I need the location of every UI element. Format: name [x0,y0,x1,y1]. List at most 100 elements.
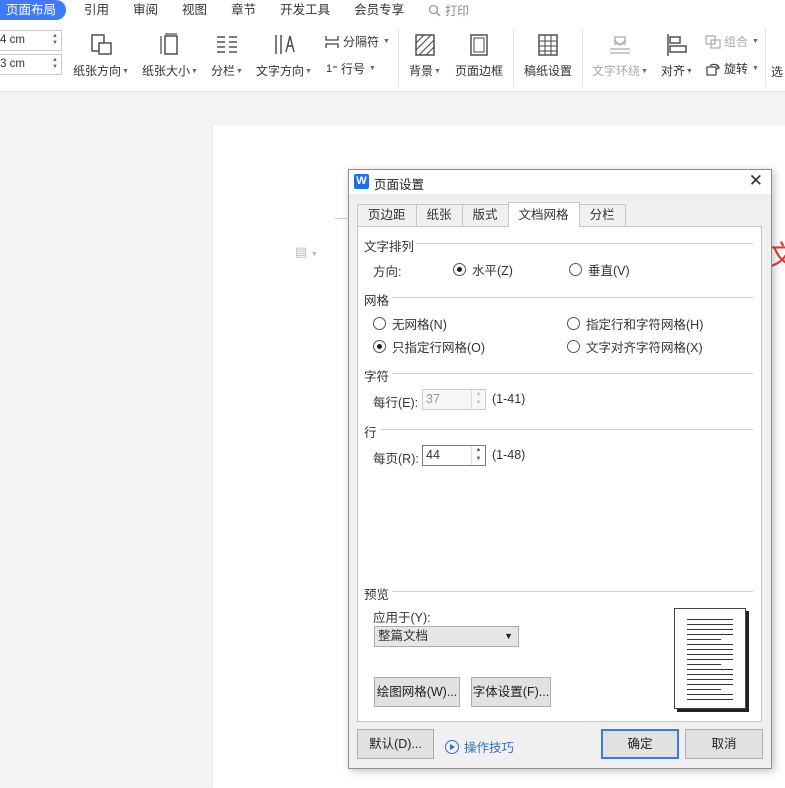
group-icon [705,34,721,49]
menu-member[interactable]: 会员专享 [342,0,416,20]
grid-snap-to-char-label: 文字对齐字符网格(X) [586,341,703,355]
ok-button[interactable]: 确定 [601,729,679,759]
dialog-tabs: 页边距 纸张 版式 文档网格 分栏 [357,202,626,227]
spin-arrows-icon[interactable]: ▲ ▼ [52,57,58,71]
paper-size-label: 纸张大小 [142,64,191,78]
menu-developer-tools[interactable]: 开发工具 [268,0,342,20]
background-button[interactable]: 背景▼ [409,32,441,79]
direction-label: 方向: [373,265,402,279]
grid-none-radio[interactable]: 无网格(N) [373,314,447,333]
tab-paper[interactable]: 纸张 [415,204,463,226]
manuscript-setup-button[interactable]: 稿纸设置 [524,32,572,79]
grid-none-label: 无网格(N) [392,318,447,332]
document-grid-panel: 文字排列 方向: 水平(Z) 垂直(V) 网格 无网格(N) 指定行和字符网格(… [357,226,762,722]
menu-view[interactable]: 视图 [170,0,219,20]
text-arrangement-heading: 文字排列 [364,240,415,254]
dialog-title: 页面设置 [374,178,425,192]
preview-line [687,684,733,685]
margin-spin-2[interactable]: 3 cm ▲ ▼ [0,54,62,75]
ribbon-divider [582,28,583,86]
ribbon-divider [765,28,766,86]
text-direction-label: 文字方向 [256,64,305,78]
chars-per-line-input[interactable]: 37 ▲ ▼ [422,389,486,410]
page-setup-dialog: W 页面设置 ✕ 页边距 纸张 版式 文档网格 分栏 文字排列 方向: 水平(Z… [348,169,772,769]
preview-line [687,659,733,660]
spin-arrows-icon[interactable]: ▲ ▼ [471,390,485,409]
text-direction-button[interactable]: 文字方向▼ [256,32,312,79]
dialog-titlebar[interactable]: W 页面设置 ✕ [349,170,771,194]
drawing-grid-button[interactable]: 绘图网格(W)... [374,677,460,707]
default-button[interactable]: 默认(D)... [357,729,434,759]
page-border-icon [470,34,488,56]
margin-spin-1[interactable]: 4 cm ▲ ▼ [0,30,62,51]
tab-margins[interactable]: 页边距 [357,204,417,226]
menu-references[interactable]: 引用 [72,0,121,20]
preview-line [687,634,733,635]
grid-line-and-char-radio[interactable]: 指定行和字符网格(H) [567,314,703,333]
rotate-button[interactable]: 旋转 ▼ [705,60,759,77]
close-icon[interactable]: ✕ [749,171,763,191]
menu-page-layout[interactable]: 页面布局 [0,0,67,20]
preview-line [687,654,733,655]
menu-review[interactable]: 审阅 [121,0,170,20]
preview-line [687,619,733,620]
radio-selected-icon [453,263,466,276]
tab-layout[interactable]: 版式 [461,204,509,226]
paper-orientation-label: 纸张方向 [73,64,122,78]
direction-horizontal-radio[interactable]: 水平(Z) [453,260,513,279]
dropdown-arrow-icon: ▼ [504,631,513,641]
text-wrap-button[interactable]: 文字环绕▼ [592,32,648,79]
preview-line [687,664,721,665]
manuscript-grid-icon [538,34,558,56]
spin-arrows-icon[interactable]: ▲ ▼ [471,446,485,465]
cancel-button[interactable]: 取消 [685,729,763,759]
direction-vertical-label: 垂直(V) [588,264,630,278]
preview-line [687,644,733,645]
group-divider [392,591,753,592]
group-divider [416,243,753,244]
line-number-button[interactable]: 1⁼ 行号 ▼ [326,60,376,77]
group-button[interactable]: 组合 ▼ [705,33,759,50]
select-button[interactable]: 选 [771,63,783,80]
lines-per-page-value: 44 [426,448,440,462]
apply-to-select[interactable]: 整篇文档 ▼ [374,626,519,647]
grid-heading: 网格 [364,294,390,308]
columns-icon [216,36,237,53]
group-divider [380,429,753,430]
grid-line-only-label: 只指定行网格(O) [392,341,486,355]
paragraph-doc-icon[interactable]: ▤ ▼ [295,244,318,260]
menu-section[interactable]: 章节 [219,0,268,20]
page-corner-mark [335,218,347,219]
preview-line [687,669,733,670]
tab-columns[interactable]: 分栏 [578,204,626,226]
direction-vertical-radio[interactable]: 垂直(V) [569,260,630,279]
tab-document-grid[interactable]: 文档网格 [507,202,580,227]
preview-line [687,639,721,640]
grid-line-only-radio[interactable]: 只指定行网格(O) [373,337,485,356]
align-button[interactable]: 对齐▼ [661,32,693,79]
margin-spin-1-value: 4 cm [0,34,25,46]
preview-line [687,649,733,650]
apply-to-label: 应用于(Y): [373,611,431,625]
group-divider [392,373,753,374]
font-settings-button[interactable]: 字体设置(F)... [471,677,551,707]
rotate-label: 旋转 [724,62,749,76]
spin-arrows-icon[interactable]: ▲ ▼ [52,33,58,47]
paper-orientation-icon [91,34,112,55]
tips-link[interactable]: 操作技巧 [445,737,514,756]
grid-line-and-char-label: 指定行和字符网格(H) [586,318,704,332]
paper-size-button[interactable]: 纸张大小▼ [142,32,198,79]
grid-snap-to-char-radio[interactable]: 文字对齐字符网格(X) [567,337,703,356]
lines-per-page-input[interactable]: 44 ▲ ▼ [422,445,486,466]
background-label: 背景 [409,64,434,78]
paper-orientation-button[interactable]: 纸张方向▼ [73,32,129,79]
preview-line [687,624,733,625]
background-icon [415,34,435,56]
separator-button[interactable]: 分隔符 ▼ [324,33,390,50]
preview-line [687,694,733,695]
menu-search[interactable]: 打印 [416,2,469,19]
margin-spin-2-value: 3 cm [0,58,25,70]
columns-button[interactable]: 分栏▼ [211,32,243,79]
page-border-button[interactable]: 页面边框 [455,32,503,79]
line-number-label: 行号 [340,62,365,76]
